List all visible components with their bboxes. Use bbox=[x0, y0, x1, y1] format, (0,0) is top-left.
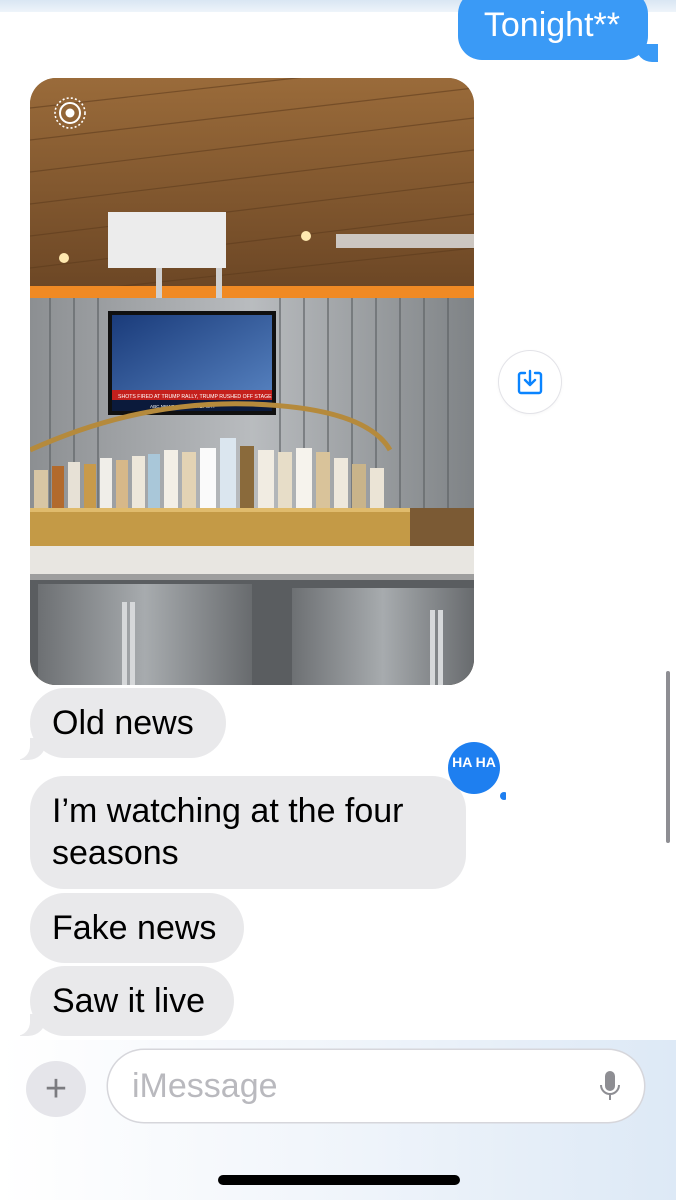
incoming-message-bubble[interactable]: I’m watching at the four seasons bbox=[30, 776, 466, 889]
incoming-message-text: Old news bbox=[52, 704, 194, 742]
outgoing-bubble-tail bbox=[636, 44, 658, 62]
haha-reaction-text: HA HA bbox=[452, 754, 496, 770]
bar-photo: SHOTS FIRED AT TRUMP RALLY, TRUMP RUSHED… bbox=[30, 78, 474, 685]
message-input[interactable]: iMessage bbox=[108, 1050, 644, 1122]
incoming-bubble-tail bbox=[10, 1010, 46, 1036]
message-input-placeholder: iMessage bbox=[132, 1067, 278, 1105]
incoming-message-text: I’m watching at the four seasons bbox=[52, 792, 404, 872]
incoming-message-bubble[interactable]: Fake news bbox=[30, 893, 244, 963]
incoming-bubble-tail bbox=[10, 734, 46, 760]
incoming-message-text: Saw it live bbox=[52, 982, 206, 1020]
home-indicator bbox=[218, 1175, 460, 1185]
incoming-message-text: Fake news bbox=[52, 909, 217, 947]
scrollbar[interactable] bbox=[666, 671, 670, 843]
tv-ticker-text: SHOTS FIRED AT TRUMP RALLY, TRUMP RUSHED… bbox=[118, 394, 272, 400]
haha-reaction-badge[interactable]: HA HA bbox=[442, 740, 506, 800]
outgoing-message-bubble[interactable]: Tonight** bbox=[457, 0, 648, 60]
live-photo-icon[interactable] bbox=[52, 95, 88, 131]
photo-attachment[interactable]: SHOTS FIRED AT TRUMP RALLY, TRUMP RUSHED… bbox=[30, 78, 474, 685]
save-to-photos-button[interactable] bbox=[499, 351, 561, 413]
add-attachment-button[interactable]: + bbox=[26, 1061, 86, 1117]
save-download-icon bbox=[517, 369, 543, 395]
plus-icon: + bbox=[44, 1068, 68, 1110]
incoming-message-bubble[interactable]: Saw it live bbox=[30, 966, 234, 1036]
microphone-icon[interactable] bbox=[598, 1070, 622, 1104]
outgoing-message-text: Tonight** bbox=[483, 6, 620, 44]
incoming-message-bubble[interactable]: Old news bbox=[30, 688, 226, 758]
